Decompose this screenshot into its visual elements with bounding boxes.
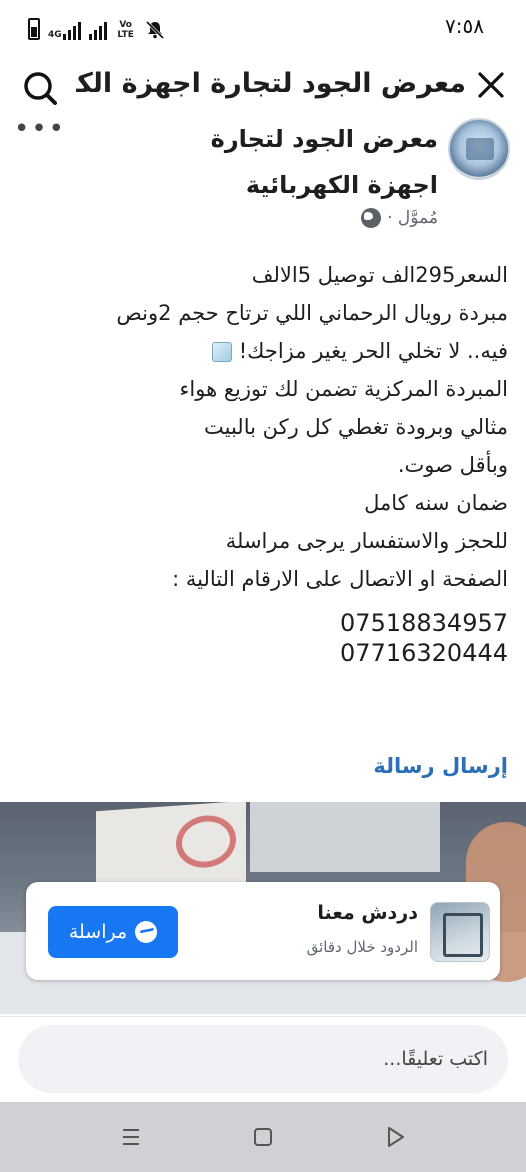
comment-input[interactable] xyxy=(18,1025,508,1093)
post-line: للحجز والاستفسار يرجى مراسلة xyxy=(225,529,508,553)
video-background-shape xyxy=(250,802,440,872)
post-line: مثالي وبرودة تغطي كل ركن بالبيت xyxy=(204,415,508,439)
cta-title: دردش معنا xyxy=(317,902,418,924)
header-title: معرض الجود لتجارة اجهزة الكهربائ... xyxy=(76,68,466,99)
sponsored-label: مُموَّل · xyxy=(387,208,438,228)
clock: ٧:٥٨ xyxy=(445,14,484,38)
status-icons: 4G Vo LTE xyxy=(28,14,165,40)
post-line: ضمان سنه كامل xyxy=(364,491,508,515)
volte-icon: Vo LTE xyxy=(117,20,134,40)
post-text: السعر295الف توصيل 5الالف مبردة رويال الر… xyxy=(8,256,508,668)
home-icon[interactable] xyxy=(250,1124,276,1150)
close-icon[interactable] xyxy=(476,70,506,100)
product-thumbnail xyxy=(430,902,490,962)
messenger-icon xyxy=(135,921,158,943)
post-line: الصفحة او الاتصال على الارقام التالية : xyxy=(172,567,508,591)
sponsored-row: مُموَّل · xyxy=(361,208,438,228)
send-message-link[interactable]: إرسال رسالة xyxy=(373,754,508,778)
comment-bar xyxy=(0,1016,526,1104)
status-bar: 4G Vo LTE ٧:٥٨ xyxy=(0,0,526,56)
globe-icon xyxy=(361,208,382,228)
post-line: المبردة المركزية تضمن لك توزيع هواء xyxy=(179,377,508,401)
post-line: وبأقل صوت. xyxy=(397,453,508,477)
recent-apps-icon[interactable] xyxy=(118,1124,144,1150)
battery-icon xyxy=(28,18,40,40)
page-name[interactable]: معرض الجود لتجارة اجهزة الكهربائية xyxy=(138,116,438,208)
ice-cube-icon xyxy=(212,342,233,362)
page-avatar[interactable] xyxy=(448,118,510,180)
muted-bell-icon xyxy=(145,20,164,40)
signal-icon xyxy=(88,20,107,40)
system-nav-bar xyxy=(0,1102,526,1172)
top-header: معرض الجود لتجارة اجهزة الكهربائ... xyxy=(0,56,526,114)
post-line: فيه.. لا تخلي الحر يغير مزاجك! xyxy=(238,339,508,363)
message-button[interactable]: مراسلة xyxy=(48,906,178,958)
more-options-icon[interactable]: ••• xyxy=(14,114,66,144)
phone-number[interactable]: 07716320444 xyxy=(8,638,508,668)
post-line: مبردة رويال الرحماني اللي ترتاح حجم 2ونص xyxy=(116,301,508,325)
cta-subtitle: الردود خلال دقائق xyxy=(306,938,418,956)
back-icon[interactable] xyxy=(382,1124,408,1150)
post-header: معرض الجود لتجارة اجهزة الكهربائية ••• م… xyxy=(0,112,526,252)
network-type-label: 4G xyxy=(48,30,62,40)
cta-button-label: مراسلة xyxy=(68,921,128,943)
post-line-with-emoji: فيه.. لا تخلي الحر يغير مزاجك! xyxy=(8,332,508,370)
signal-4g-icon: 4G xyxy=(48,20,81,40)
post-line: السعر295الف توصيل 5الالف xyxy=(251,263,508,287)
search-icon[interactable] xyxy=(22,70,58,106)
phone-number[interactable]: 07518834957 xyxy=(8,608,508,638)
chat-cta-card[interactable]: دردش معنا الردود خلال دقائق مراسلة xyxy=(26,882,500,980)
